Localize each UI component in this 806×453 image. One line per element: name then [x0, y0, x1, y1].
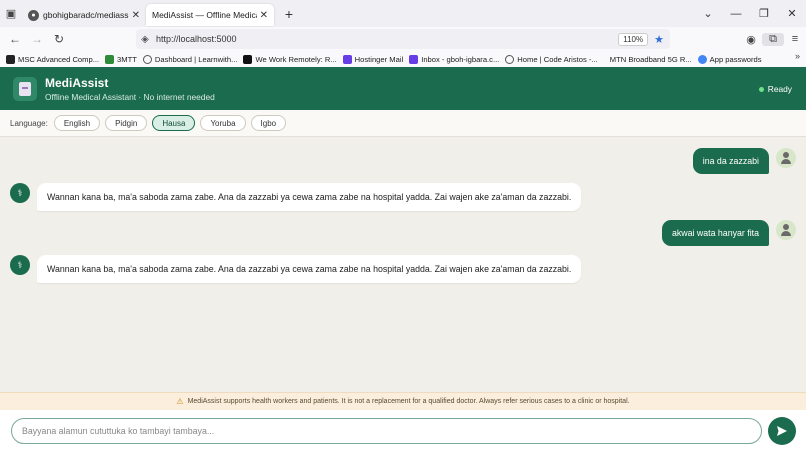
hostinger-icon — [342, 54, 352, 64]
bookmark-item[interactable]: App passwords — [697, 54, 762, 64]
bookmark-favicon-icon — [243, 54, 253, 64]
chat-area[interactable]: ina da zazzabi ⚕ Wannan kana ba, ma'a sa… — [0, 137, 806, 392]
language-hausa-button[interactable]: Hausa — [152, 115, 196, 131]
app-subtitle: Offline Medical Assistant · No internet … — [45, 91, 215, 102]
toolbar-right: ◉ ⧉ ≡ — [740, 27, 806, 51]
minimize-icon[interactable]: — — [722, 8, 750, 20]
bookmark-label: Inbox - gboh-igbara.c... — [421, 54, 500, 64]
globe-icon — [142, 54, 152, 64]
zoom-level-badge[interactable]: 110% — [618, 32, 649, 46]
user-message: akwai wata hanyar fita — [661, 220, 769, 246]
bookmark-label: Dashboard | Learnwith... — [154, 54, 238, 64]
bookmark-item[interactable]: 3MTT — [105, 54, 137, 64]
tab-overflow-chevron-icon[interactable]: ⌄ — [694, 7, 722, 20]
restore-icon[interactable]: ❐ — [750, 7, 778, 20]
bookmark-item[interactable]: We Work Remotely: R... — [243, 54, 337, 64]
language-yoruba-button[interactable]: Yoruba — [200, 115, 246, 131]
close-window-icon[interactable]: ✕ — [778, 7, 806, 20]
bookmark-label: MSC Advanced Comp... — [18, 54, 100, 64]
language-pidgin-button[interactable]: Pidgin — [105, 115, 148, 131]
disclaimer-text: MediAssist supports health workers and p… — [187, 398, 630, 405]
user-message: ina da zazzabi — [692, 148, 769, 174]
bookmark-label: Home | Code Aristos -... — [517, 54, 598, 64]
status-indicator: Ready — [758, 84, 792, 94]
bookmark-label: 3MTT — [117, 54, 137, 64]
address-bar[interactable]: ◈ http://localhost:5000 110% ★ — [136, 29, 670, 49]
language-igbo-button[interactable]: Igbo — [250, 115, 287, 131]
bookmark-label: Hostinger Mail — [354, 54, 404, 64]
new-tab-button[interactable]: + — [278, 6, 300, 22]
language-selector: Language: English Pidgin Hausa Yoruba Ig… — [0, 110, 806, 137]
close-tab-icon[interactable]: ✕ — [132, 10, 140, 21]
forward-icon[interactable]: → — [26, 32, 48, 46]
send-button[interactable] — [768, 417, 796, 445]
composer — [0, 410, 806, 453]
bookmark-item[interactable]: Inbox - gboh-igbara.c... — [409, 54, 500, 64]
github-icon: ● — [28, 9, 39, 21]
bot-message: Wannan kana ba, ma'a saboda zama zabe. A… — [37, 255, 582, 283]
app-logo-icon — [13, 76, 37, 101]
browser-tab-bar: ▣ ● gbohigbaradc/mediassist_subm ✕ MediA… — [0, 0, 806, 27]
language-label: Language: — [10, 118, 48, 128]
bookmark-label: MTN Broadband 5G R... — [609, 54, 692, 64]
user-avatar-icon — [776, 148, 796, 168]
language-english-button[interactable]: English — [53, 115, 101, 131]
tab-list-icon[interactable]: ▣ — [0, 0, 22, 27]
extensions-icon[interactable]: ⧉ — [762, 32, 784, 46]
disclaimer-banner: ⚠ MediAssist supports health workers and… — [0, 392, 806, 410]
status-text: Ready — [767, 84, 792, 94]
bot-message: Wannan kana ba, ma'a saboda zama zabe. A… — [37, 183, 582, 211]
reload-icon[interactable]: ↻ — [48, 32, 70, 46]
send-icon — [777, 426, 787, 436]
browser-tab-mediassist[interactable]: MediAssist — Offline Medical Assist ✕ — [146, 4, 274, 26]
user-avatar-icon — [776, 220, 796, 240]
bot-avatar-icon: ⚕ — [10, 183, 30, 203]
bookmark-favicon-icon — [105, 54, 115, 64]
app-header: MediAssist Offline Medical Assistant · N… — [0, 67, 806, 110]
bookmark-item[interactable]: MSC Advanced Comp... — [6, 54, 100, 64]
warning-icon: ⚠ — [176, 397, 184, 406]
site-info-icon[interactable]: ◈ — [136, 34, 154, 45]
back-icon[interactable]: ← — [4, 32, 26, 46]
bookmark-item[interactable]: Dashboard | Learnwith... — [142, 54, 238, 64]
bookmark-label: We Work Remotely: R... — [255, 54, 337, 64]
bookmark-item[interactable]: Home | Code Aristos -... — [505, 54, 598, 64]
window-controls: ⌄ — ❐ ✕ — [694, 0, 806, 27]
app-title: MediAssist — [45, 75, 109, 90]
bookmark-favicon-icon — [6, 54, 15, 64]
status-dot-icon — [758, 86, 764, 92]
close-tab-icon[interactable]: ✕ — [260, 10, 268, 21]
bookmark-item[interactable]: Hostinger Mail — [342, 54, 404, 64]
tab-title: gbohigbaradc/mediassist_subm — [43, 10, 129, 20]
browser-nav-bar: ← → ↻ ◈ http://localhost:5000 110% ★ ◉ ⧉… — [0, 27, 806, 51]
hostinger-icon — [409, 54, 419, 64]
url-text[interactable]: http://localhost:5000 — [154, 34, 618, 44]
bookmark-label: App passwords — [709, 54, 762, 64]
bookmark-item[interactable]: MTN Broadband 5G R... — [604, 55, 692, 64]
globe-icon — [505, 54, 515, 64]
account-icon[interactable]: ◉ — [740, 33, 762, 46]
menu-icon[interactable]: ≡ — [784, 33, 806, 45]
browser-tab-github[interactable]: ● gbohigbaradc/mediassist_subm ✕ — [22, 4, 146, 26]
bookmark-star-icon[interactable]: ★ — [654, 33, 664, 46]
bot-avatar-icon: ⚕ — [10, 255, 30, 275]
tab-title: MediAssist — Offline Medical Assist — [152, 10, 257, 20]
bookmarks-overflow-icon[interactable]: » — [795, 51, 800, 61]
bookmarks-bar: MSC Advanced Comp... 3MTT Dashboard | Le… — [0, 51, 806, 67]
google-icon — [697, 54, 707, 64]
message-input[interactable] — [11, 418, 762, 444]
